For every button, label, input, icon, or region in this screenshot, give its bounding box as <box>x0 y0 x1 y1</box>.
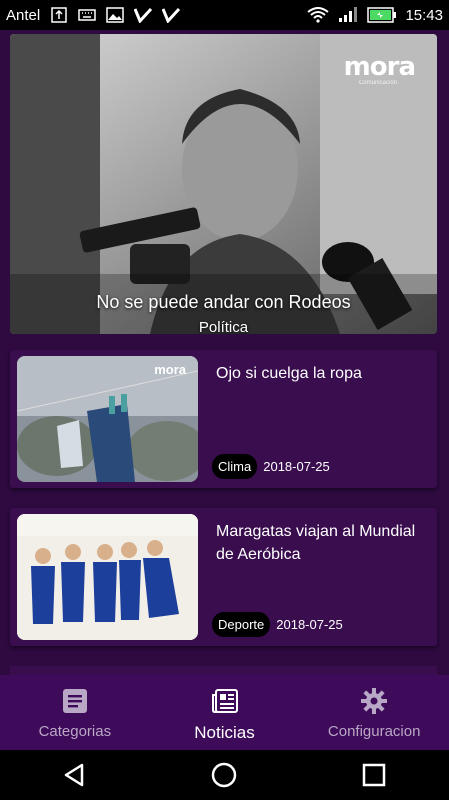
keyboard-icon <box>78 9 96 21</box>
battery-icon <box>367 7 397 23</box>
upload-icon <box>51 7 67 23</box>
signal-icon <box>339 7 358 22</box>
nav-label: Noticias <box>194 723 255 742</box>
hero-title: No se puede andar con Rodeos <box>96 292 351 312</box>
hero-category: Política <box>198 319 249 334</box>
nav-label: Categorias <box>38 723 112 740</box>
nav-label: Configuracion <box>327 723 421 740</box>
gear-icon <box>361 688 388 714</box>
newspaper-icon <box>211 689 238 713</box>
category-chip[interactable]: Deporte <box>212 612 271 637</box>
nav-categorias[interactable]: Categorias <box>0 675 150 750</box>
news-title: Maragatas viajan al Mundial de Aeróbica <box>216 523 416 563</box>
bottom-navigation: Categorias Noticias Configuracion <box>0 675 449 750</box>
check-badge-icon <box>134 7 153 23</box>
nav-noticias[interactable]: Noticias <box>150 675 300 750</box>
news-date: 2018-07-25 <box>263 459 330 474</box>
recents-button[interactable] <box>359 760 389 790</box>
mora-logo-subtitle: Comunicación <box>358 80 397 86</box>
nav-configuracion[interactable]: Configuracion <box>299 675 449 750</box>
home-button[interactable] <box>209 760 239 790</box>
thumbnail-logo: mora <box>154 362 186 377</box>
image-icon <box>106 7 124 23</box>
athletes-photo <box>17 514 198 640</box>
news-feed[interactable]: mora Comunicación No se puede andar con … <box>0 30 449 675</box>
featured-news-card[interactable]: mora Comunicación No se puede andar con … <box>10 34 437 334</box>
mora-logo: mora <box>343 52 416 82</box>
wifi-icon <box>307 7 330 23</box>
news-card[interactable]: Maragatas viajan al Mundial de Aeróbica … <box>10 508 437 646</box>
news-date: 2018-07-25 <box>276 617 343 632</box>
recents-icon <box>362 763 386 787</box>
check-badge-icon <box>162 7 181 23</box>
carrier-label: Antel <box>6 6 41 24</box>
back-button[interactable] <box>60 760 90 790</box>
news-thumbnail <box>17 514 198 640</box>
news-card-partial[interactable] <box>10 666 437 675</box>
category-chip[interactable]: Clima <box>212 454 258 479</box>
home-icon <box>212 762 237 788</box>
status-bar: Antel 15:43 <box>0 0 449 30</box>
list-icon <box>62 689 87 713</box>
news-title: Ojo si cuelga la ropa <box>216 365 362 382</box>
clock-label: 15:43 <box>405 6 443 24</box>
news-thumbnail: mora <box>17 356 198 482</box>
system-navigation-bar <box>0 750 449 800</box>
news-card[interactable]: mora Ojo si cuelga la ropa Clima 2018-07… <box>10 350 437 488</box>
back-icon <box>64 763 84 787</box>
